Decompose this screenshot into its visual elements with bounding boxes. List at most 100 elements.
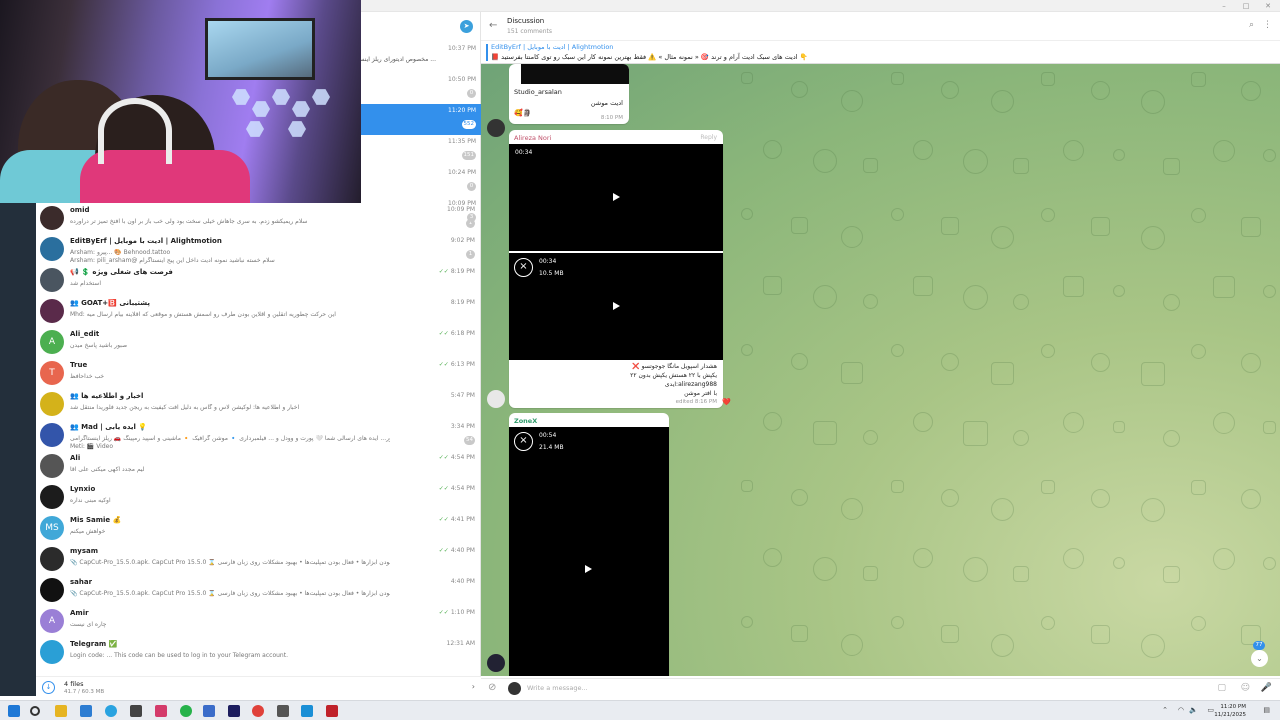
chat-time: 9:02 PM (450, 237, 475, 244)
windows-start-icon[interactable] (8, 705, 20, 717)
battery-icon[interactable]: ▭ (1207, 706, 1214, 714)
chat-preview: Mhd: این حرکت چطوریه اتقلین و اقلاین بود… (70, 311, 336, 318)
sender-name[interactable]: Alireza Nori (514, 134, 551, 142)
chat-row[interactable]: MS Mis Samie 💰 خواهش میکنم ✓✓ 4:41 PM (36, 513, 481, 544)
reply-button[interactable]: Reply (700, 134, 717, 141)
search-icon[interactable] (30, 706, 40, 716)
doodle (963, 421, 988, 446)
telegram-plane-icon[interactable]: ➤ (460, 20, 473, 33)
send-as-avatar[interactable] (508, 682, 521, 695)
more-menu-icon[interactable]: ⋮ (1263, 20, 1272, 30)
chat-row[interactable]: T True خب خداحافظ ✓✓ 6:13 PM (36, 358, 481, 389)
avatar: MS (40, 516, 64, 540)
attach-icon[interactable]: ⊘ (488, 682, 496, 693)
microphone-icon[interactable]: 🎤 (1261, 683, 1272, 693)
chat-preview: خب خداحافظ (70, 373, 105, 380)
cancel-download-icon[interactable]: × (514, 258, 533, 277)
whatsapp-icon[interactable] (180, 705, 192, 717)
file-explorer-icon[interactable] (55, 705, 67, 717)
app-icon[interactable] (301, 705, 313, 717)
chat-time: ✓✓ 6:18 PM (438, 330, 475, 337)
after-effects-icon[interactable] (228, 705, 240, 717)
chrome-icon[interactable] (252, 705, 264, 717)
chat-row[interactable]: 👥 اخبار و اطلاعیه ها اخبار و اطلاعیه ها: … (36, 389, 481, 420)
heart-reaction[interactable]: ❤️ (722, 398, 731, 406)
doodle (963, 285, 988, 310)
read-ticks-icon: ✓✓ (438, 454, 449, 461)
cancel-download-icon[interactable]: × (514, 432, 533, 451)
commands-icon[interactable]: ▢ (1217, 683, 1226, 693)
video-1[interactable]: 00:34 (509, 144, 723, 251)
telegram-icon[interactable] (105, 705, 117, 717)
chat-row[interactable]: 👥 Mad | ایده یابی 💡 استور... ایده های ارس… (36, 420, 481, 451)
message-composer: ⊘ Write a message... ▢ ☺ 🎤 (481, 678, 1280, 697)
wifi-icon[interactable]: ◠ (1178, 706, 1184, 714)
app-icon[interactable] (326, 705, 338, 717)
chart-icon[interactable] (203, 705, 215, 717)
maximize-button[interactable]: □ (1236, 0, 1256, 12)
chat-row[interactable]: A Amir چاره ای نیست ✓✓ 1:10 PM (36, 606, 481, 637)
chat-row[interactable]: 10:50 PM 0 (361, 73, 481, 104)
doodle (1191, 480, 1206, 495)
chat-row[interactable]: Telegram ✅ Login code: ... This code can … (36, 637, 481, 668)
chat-time: ✓✓ 4:41 PM (438, 516, 475, 523)
minimize-button[interactable]: – (1214, 0, 1234, 12)
doodle (1063, 140, 1084, 161)
chat-row[interactable]: 10:37 PM مخصوص ادیتورای ریلز اینستا ... (356, 42, 481, 73)
chat-row[interactable]: 📢 💲 فرصت های شغلی ویژه استخدام شد ✓✓ 8:19 P… (36, 265, 481, 296)
download-status[interactable]: ↓ 4 files 41.7 / 60.3 MB › (36, 676, 481, 696)
play-icon[interactable] (613, 193, 620, 201)
chat-row[interactable]: 👥 GOAT+🅱️ پشتیبانی Mhd: این حرکت چطوریه ا… (36, 296, 481, 327)
video-2[interactable]: × 00:34 10.5 MB (509, 253, 723, 360)
chat-row[interactable]: 11:20 PM 552 (361, 104, 481, 135)
doodle (763, 276, 782, 295)
tray-chevron-icon[interactable]: ⌃ (1162, 706, 1168, 714)
back-arrow-icon[interactable]: ← (489, 20, 497, 31)
volume-icon[interactable]: 🔈 (1189, 706, 1198, 714)
chat-row[interactable]: 10:09 PM 3 (361, 197, 481, 228)
video-3[interactable]: × 00:54 21.4 MB (509, 427, 669, 676)
chat-name: 👥 GOAT+🅱️ پشتیبانی (70, 299, 150, 307)
avatar[interactable] (487, 119, 505, 137)
chat-row[interactable]: A Ali_edit صبور باشید پاسخ میدن ✓✓ 6:18 PM (36, 327, 481, 358)
notification-icon[interactable]: ▤ (1263, 706, 1270, 714)
doodle (991, 362, 1014, 385)
app-icon[interactable] (130, 705, 142, 717)
chevron-right-icon[interactable]: › (472, 682, 475, 691)
avatar: T (40, 361, 64, 385)
play-icon[interactable] (613, 302, 620, 310)
chat-row[interactable]: Ali لیم مجدد اکهی میکنی علی اقا ✓✓ 4:54 PM (36, 451, 481, 482)
scroll-down-button[interactable]: ⌄ (1251, 650, 1268, 667)
app-icon[interactable] (155, 705, 167, 717)
chat-row[interactable]: 11:35 PM 151 (361, 135, 481, 166)
media-preview[interactable] (521, 64, 629, 84)
sender-name[interactable]: ZoneX (514, 417, 537, 425)
chat-name: sahar (70, 578, 93, 586)
reactions[interactable]: 🥰🗿 (514, 109, 531, 117)
search-icon[interactable]: ⌕ (1249, 20, 1254, 30)
avatar: A (40, 330, 64, 354)
app-icon[interactable] (80, 705, 92, 717)
doodle (941, 353, 959, 371)
chat-row[interactable]: EditByErf | ادیت با موبایل | Alightmotio… (36, 234, 481, 265)
play-icon[interactable] (585, 565, 592, 573)
doodle (813, 557, 837, 581)
doodle (741, 72, 753, 84)
doodle (963, 557, 988, 582)
settings-icon[interactable] (277, 705, 289, 717)
avatar[interactable] (487, 390, 505, 408)
doodle (913, 412, 933, 432)
chat-row[interactable]: 10:24 PM 0 (361, 166, 481, 197)
doodle (863, 294, 878, 309)
doodle (1141, 498, 1165, 522)
pinned-message[interactable]: EditByErf | ادیت با موبایل | Alightmotio… (481, 40, 1280, 64)
chat-row[interactable]: mysam 📎 CapCut-Pro_15.5.0.apk. CapCut Pro… (36, 544, 481, 575)
close-button[interactable]: ✕ (1258, 0, 1278, 12)
chat-row[interactable]: sahar 📎 CapCut-Pro_15.5.0.apk. CapCut Pro… (36, 575, 481, 606)
taskbar-clock[interactable]: 11:20 PM 11/21/2025 (1214, 703, 1246, 719)
chat-time: 10:24 PM (448, 169, 476, 176)
chat-row[interactable]: Lynxio اوکیه مبنی نداره ✓✓ 4:54 PM (36, 482, 481, 513)
emoji-icon[interactable]: ☺ (1241, 683, 1250, 693)
message-input[interactable]: Write a message... (527, 684, 588, 692)
avatar[interactable] (487, 654, 505, 672)
